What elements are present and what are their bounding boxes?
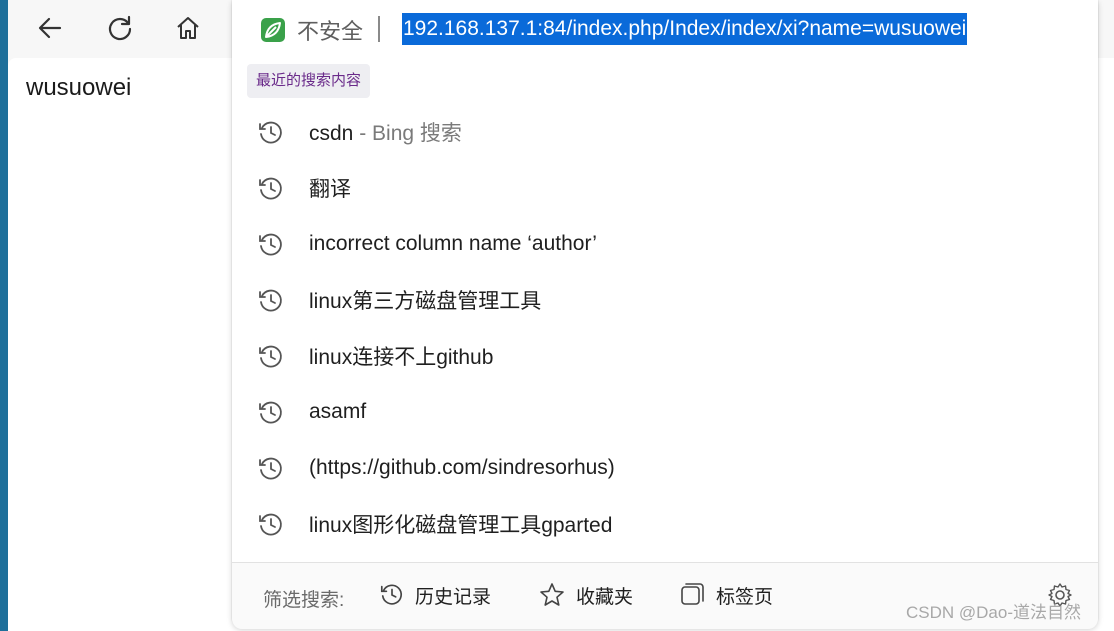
suggestion-text: asamf	[309, 400, 367, 423]
suggestion-text: (https://github.com/sindresorhus)	[309, 456, 615, 479]
arrow-left-icon	[38, 17, 62, 39]
filter-tabs-button[interactable]: 标签页	[678, 579, 773, 611]
clock-history-icon	[259, 121, 282, 144]
suggestion-text: incorrect column name ‘author’	[309, 232, 597, 255]
suggestion-item[interactable]: linux连接不上github	[232, 328, 1098, 384]
address-bar-dropdown: 不安全 192.168.137.1:84/index.php/Index/ind…	[232, 0, 1098, 629]
suggestion-item[interactable]: incorrect column name ‘author’	[232, 216, 1098, 272]
clock-history-icon	[259, 345, 282, 368]
star-icon	[540, 583, 564, 606]
tabs-icon	[681, 583, 704, 605]
address-separator	[378, 16, 380, 42]
clock-history-icon	[259, 401, 282, 424]
back-button[interactable]	[28, 8, 72, 48]
clock-history-icon	[259, 457, 282, 480]
page-body-text: wusuowei	[26, 74, 132, 101]
suggestion-text: linux第三方磁盘管理工具	[309, 290, 542, 313]
filter-tabs-label: 标签页	[716, 586, 774, 608]
home-icon	[177, 17, 199, 39]
home-button[interactable]	[166, 8, 210, 48]
suggestion-item[interactable]: asamf	[232, 384, 1098, 440]
filter-favorites-button[interactable]: 收藏夹	[538, 579, 633, 611]
leaf-shield-icon[interactable]	[260, 17, 286, 43]
filter-history-label: 历史记录	[415, 586, 492, 608]
suggestion-item[interactable]: linux图形化磁盘管理工具gparted	[232, 496, 1098, 552]
clock-history-icon	[259, 233, 282, 256]
suggestion-source: - Bing 搜索	[353, 122, 462, 145]
suggestion-list: csdn - Bing 搜索 翻译 incorrect column name …	[232, 104, 1098, 552]
recent-searches-label: 最近的搜索内容	[247, 64, 371, 98]
filter-label: 筛选搜索:	[263, 590, 345, 611]
clock-history-icon	[380, 584, 403, 605]
suggestion-item[interactable]: linux第三方磁盘管理工具	[232, 272, 1098, 328]
clock-history-icon	[259, 177, 282, 200]
window-frame-edge	[0, 0, 8, 631]
url-input[interactable]: 192.168.137.1:84/index.php/Index/index/x…	[402, 13, 968, 45]
filter-history-button[interactable]: 历史记录	[379, 579, 491, 611]
suggestion-text: linux连接不上github	[309, 346, 494, 369]
refresh-icon	[108, 15, 132, 41]
clock-history-icon	[259, 289, 282, 312]
clock-history-icon	[259, 513, 282, 536]
watermark-text: CSDN @Dao-道法自然	[906, 603, 1081, 622]
suggestion-item[interactable]: csdn - Bing 搜索	[232, 104, 1098, 160]
suggestion-text: 翻译	[309, 178, 351, 201]
address-bar[interactable]: 不安全 192.168.137.1:84/index.php/Index/ind…	[232, 0, 1098, 60]
suggestion-text: linux图形化磁盘管理工具gparted	[309, 514, 613, 537]
suggestion-item[interactable]: 翻译	[232, 160, 1098, 216]
filter-favorites-label: 收藏夹	[576, 586, 634, 608]
suggestion-item[interactable]: (https://github.com/sindresorhus)	[232, 440, 1098, 496]
security-status-text[interactable]: 不安全	[297, 14, 363, 46]
suggestion-text: csdn - Bing 搜索	[309, 122, 462, 145]
refresh-button[interactable]	[98, 8, 142, 48]
